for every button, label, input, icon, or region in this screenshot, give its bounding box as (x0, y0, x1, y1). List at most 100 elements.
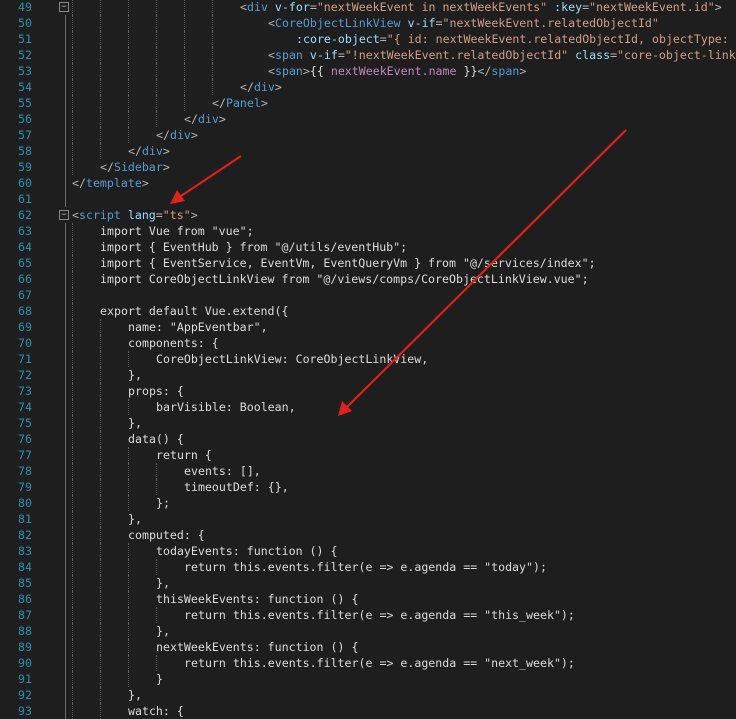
code-line[interactable]: 72}, (0, 367, 736, 383)
indent-guide (128, 463, 129, 479)
code-line[interactable]: 90 return this.events.filter(e => e.agend… (0, 655, 736, 671)
code-line[interactable]: 64 import { EventHub } from "@/utils/even… (0, 239, 736, 255)
code-line[interactable]: 66 import CoreObjectLinkView from "@/view… (0, 271, 736, 287)
code-line[interactable]: 67 (0, 287, 736, 303)
code-line[interactable]: 80}; (0, 495, 736, 511)
code-line[interactable]: 59 </Sidebar> (0, 159, 736, 175)
code-token: < (268, 16, 275, 30)
code-line[interactable]: 89 nextWeekEvents: function () { (0, 639, 736, 655)
code-line[interactable]: 58 </div> (0, 143, 736, 159)
code-token: > (141, 176, 149, 190)
indent-guide (100, 575, 101, 591)
code-line[interactable]: 86 thisWeekEvents: function () { (0, 591, 736, 607)
code-line[interactable]: 57 </div> (0, 127, 736, 143)
code-text: components: { (128, 335, 219, 351)
code-text: return { (156, 447, 212, 463)
line-number: 50 (18, 16, 32, 30)
code-line[interactable]: 68 export default Vue.extend({ (0, 303, 736, 319)
indent-guide (212, 47, 213, 63)
line-number: 87 (18, 608, 32, 622)
code-line[interactable]: 83 todayEvents: function () { (0, 543, 736, 559)
code-line[interactable]: 77 return { (0, 447, 736, 463)
line-number: 69 (18, 320, 32, 334)
code-token: }, (128, 416, 142, 430)
fold-region-line (65, 47, 66, 63)
code-text: import { EventHub } from "@/utils/eventH… (100, 239, 407, 255)
indent-guide (72, 687, 73, 703)
code-line[interactable]: 55 </Panel> (0, 95, 736, 111)
line-number: 80 (18, 496, 32, 510)
code-token: v-if (407, 16, 436, 30)
code-text: </div> (156, 127, 198, 143)
indent-guide (184, 31, 185, 47)
indent-guide (72, 511, 73, 527)
code-line[interactable]: 71 CoreObjectLinkView: CoreObjectLinkView… (0, 351, 736, 367)
code-text: <span v-if="!nextWeekEvent.relatedObject… (268, 47, 736, 63)
fold-collapse-icon[interactable]: − (59, 2, 69, 12)
code-line[interactable]: 50 <CoreObjectLinkView v-if="nextWeekEven… (0, 15, 736, 31)
code-token: "core-object-link (617, 48, 736, 62)
code-token: < (268, 64, 275, 78)
code-line[interactable]: 70 components: { (0, 335, 736, 351)
line-number: 79 (18, 480, 32, 494)
code-token: props: { (128, 384, 184, 398)
code-line[interactable]: 69 name: "AppEventbar", (0, 319, 736, 335)
code-line[interactable]: 73 props: { (0, 383, 736, 399)
indent-guide (128, 399, 129, 415)
code-text: watch: { (128, 703, 184, 719)
code-line[interactable]: 49− <div v-for="nextWeekEvent in nextWeek… (0, 0, 736, 15)
code-line[interactable]: 79 timeoutDef: {}, (0, 479, 736, 495)
fold-region-line (65, 495, 66, 511)
code-token: script (78, 208, 121, 222)
code-line[interactable]: 62 − <script lang="ts"> (0, 207, 736, 223)
code-line[interactable]: 61 (0, 191, 736, 207)
fold-region-line (65, 239, 66, 255)
indent-guide (72, 47, 73, 63)
code-line[interactable]: 91} (0, 671, 736, 687)
code-line[interactable]: 52 <span v-if="!nextWeekEvent.relatedObje… (0, 47, 736, 63)
code-token: }; (156, 496, 170, 510)
code-line[interactable]: 81}, (0, 511, 736, 527)
indent-guide (100, 687, 101, 703)
code-text: }, (128, 415, 142, 431)
code-line[interactable]: 51:core-object="{ id: nextWeekEvent.rela… (0, 31, 736, 47)
code-line[interactable]: 88}, (0, 623, 736, 639)
code-text: props: { (128, 383, 184, 399)
code-line[interactable]: 75}, (0, 415, 736, 431)
code-line[interactable]: 82 computed: { (0, 527, 736, 543)
indent-guide (212, 31, 213, 47)
code-line[interactable]: 74 barVisible: Boolean, (0, 399, 736, 415)
code-line[interactable]: 92}, (0, 687, 736, 703)
code-text: }, (156, 623, 170, 639)
code-line[interactable]: 76 data() { (0, 431, 736, 447)
code-token: "{ id: nextWeekEvent.relatedObjectId, ob… (386, 32, 729, 46)
code-line[interactable]: 85}, (0, 575, 736, 591)
code-line[interactable]: 53 <span>{{ nextWeekEvent.name }}</span> (0, 63, 736, 79)
fold-collapse-icon[interactable]: − (59, 210, 69, 220)
indent-guide (72, 0, 73, 15)
code-line[interactable]: 78 events: [], (0, 463, 736, 479)
code-editor[interactable]: 49− <div v-for="nextWeekEvent in nextWeek… (0, 0, 736, 719)
code-line[interactable]: 54 </div> (0, 79, 736, 95)
indent-guide (128, 623, 129, 639)
code-line[interactable]: 60 </template> (0, 175, 736, 191)
code-line[interactable]: 84 return this.events.filter(e => e.agend… (0, 559, 736, 575)
code-token: CoreObjectLinkView (274, 16, 401, 30)
indent-guide (72, 31, 73, 47)
code-line[interactable]: 87 return this.events.filter(e => e.agend… (0, 607, 736, 623)
line-number: 90 (18, 656, 32, 670)
code-line[interactable]: 93 watch: { (0, 703, 736, 719)
indent-guide (100, 671, 101, 687)
code-token: = (309, 0, 317, 14)
line-number: 71 (18, 352, 32, 366)
line-number: 78 (18, 464, 32, 478)
indent-guide (100, 655, 101, 671)
code-token: todayEvents: function () { (156, 544, 338, 558)
code-line[interactable]: 56 </div> (0, 111, 736, 127)
indent-guide (100, 527, 101, 543)
indent-guide (72, 495, 73, 511)
indent-guide (100, 559, 101, 575)
fold-region-line (65, 351, 66, 367)
code-line[interactable]: 65 import { EventService, EventVm, EventQ… (0, 255, 736, 271)
code-line[interactable]: 63 import Vue from "vue"; (0, 223, 736, 239)
